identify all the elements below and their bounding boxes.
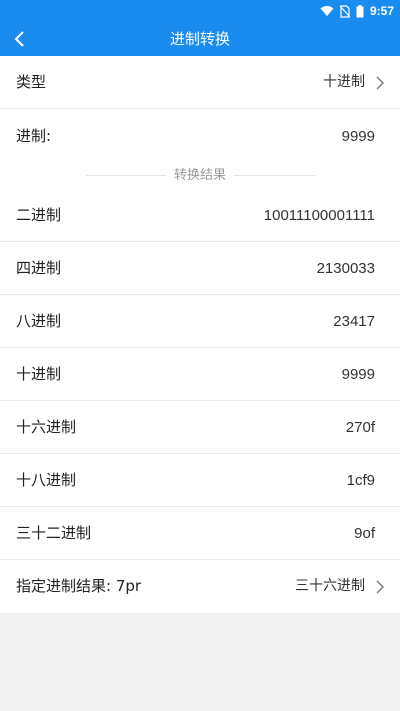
result-value: 270f	[345, 419, 375, 436]
section-header-text: 转换结果	[165, 168, 234, 183]
result-row-binary: 二进制 10011100001111	[0, 189, 400, 242]
custom-base-value: 三十六进制	[295, 578, 365, 594]
custom-base-row[interactable]: 指定进制结果: 7pr 三十六进制	[0, 560, 400, 613]
empty-background	[0, 613, 400, 711]
result-row-octal: 八进制 23417	[0, 295, 400, 348]
type-label: 类型	[16, 73, 47, 91]
result-label: 二进制	[16, 206, 62, 224]
app-bar: 进制转换	[0, 22, 400, 56]
result-row-base18: 十八进制 1cf9	[0, 454, 400, 507]
status-time: 9:57	[369, 4, 394, 18]
result-row-hex: 十六进制 270f	[0, 401, 400, 454]
result-value: 23417	[333, 313, 375, 330]
result-label: 十六进制	[16, 418, 77, 436]
page-title: 进制转换	[169, 30, 230, 48]
result-label: 十八进制	[16, 471, 77, 489]
status-bar: 9:57	[0, 0, 400, 22]
battery-icon	[356, 4, 364, 18]
wifi-icon	[320, 5, 334, 17]
result-value: 1cf9	[346, 472, 375, 489]
type-selector-row[interactable]: 类型 十进制	[0, 56, 400, 109]
result-value: 9of	[354, 525, 375, 542]
result-row-base4: 四进制 2130033	[0, 242, 400, 295]
custom-result-label: 指定进制结果: 7pr	[16, 577, 142, 595]
input-label: 进制:	[16, 127, 52, 145]
result-label: 四进制	[16, 259, 62, 277]
result-row-decimal: 十进制 9999	[0, 348, 400, 401]
chevron-right-icon	[376, 580, 385, 594]
status-icons: 9:57	[320, 3, 394, 19]
chevron-right-icon	[376, 76, 385, 90]
result-value: 9999	[341, 366, 375, 383]
result-label: 三十二进制	[16, 524, 92, 542]
result-label: 八进制	[16, 312, 62, 330]
result-value: 2130033	[316, 260, 375, 277]
result-row-base32: 三十二进制 9of	[0, 507, 400, 560]
result-value: 10011100001111	[263, 207, 375, 224]
result-label: 十进制	[16, 365, 62, 383]
results-section-header: 转换结果	[0, 163, 400, 189]
no-sim-icon	[339, 4, 350, 18]
input-row[interactable]: 进制: 9999	[0, 110, 400, 163]
type-value: 十进制	[323, 74, 365, 90]
converter-panel: 类型 十进制 进制: 9999 转换结果 二进制 10011100001111 …	[0, 56, 400, 613]
input-value-field[interactable]: 9999	[342, 110, 375, 163]
